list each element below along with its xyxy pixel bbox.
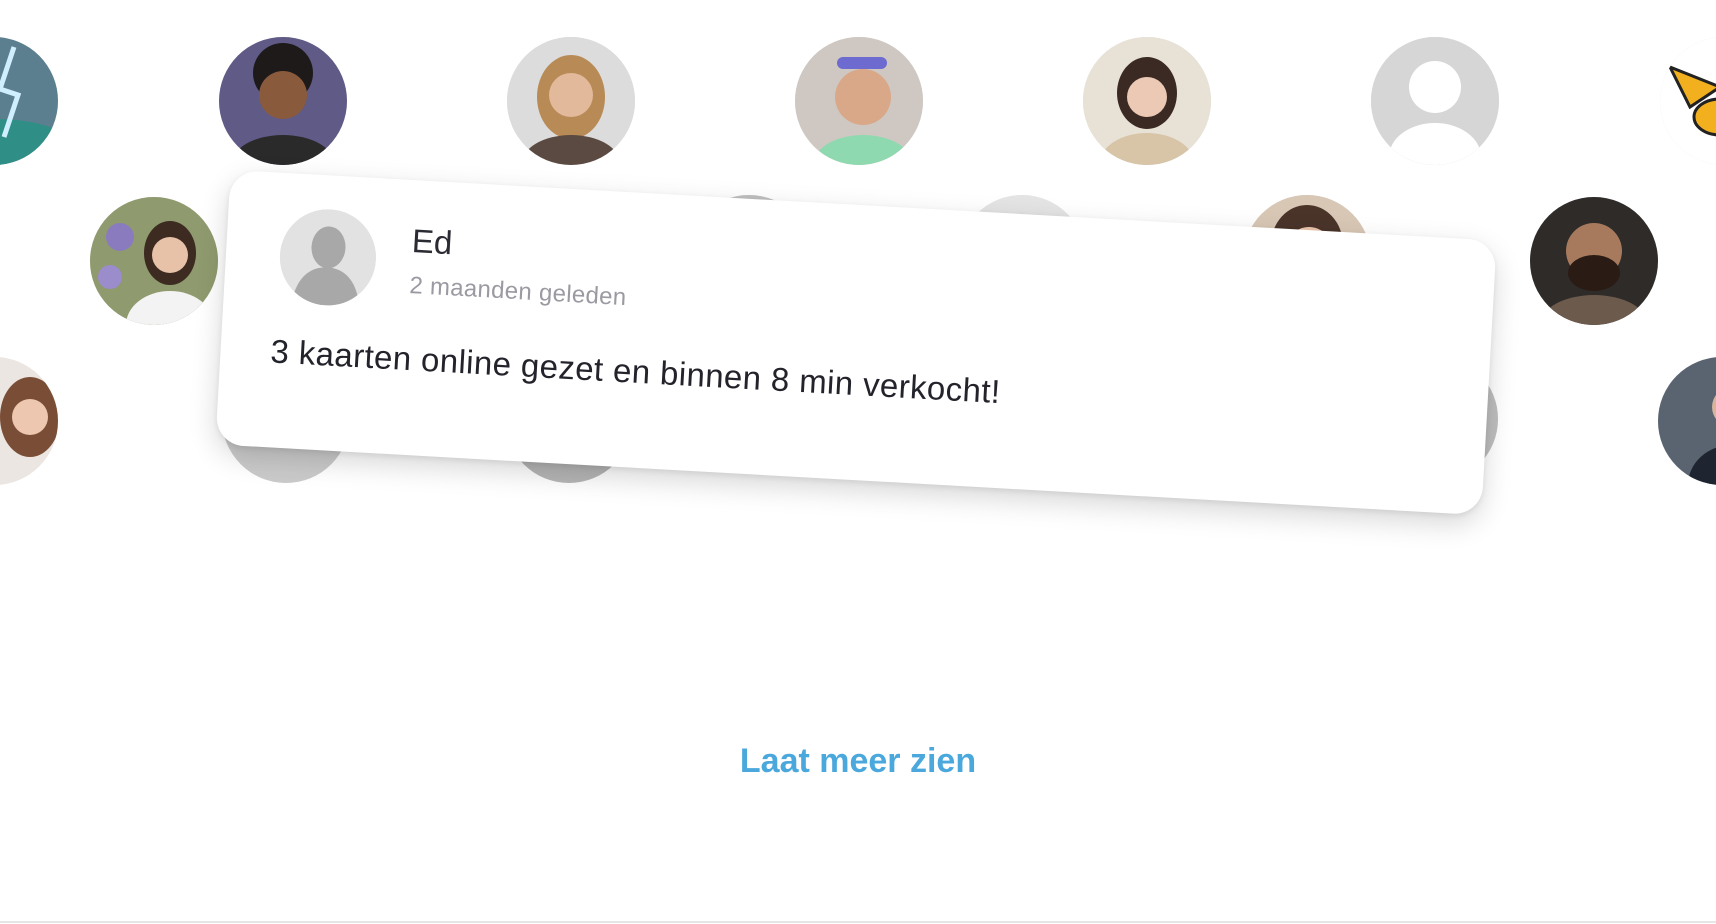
avatar-person-blonde[interactable]: [507, 37, 635, 165]
person-photo-icon: [0, 357, 58, 485]
avatar-person-left-edge[interactable]: [0, 357, 58, 485]
default-user-silhouette-icon: [277, 206, 379, 308]
testimonial-timestamp: 2 maanden geleden: [408, 272, 628, 312]
person-photo-icon: [90, 197, 218, 325]
person-photo-icon: [507, 37, 635, 165]
person-photo-icon: [219, 37, 347, 165]
testimonial-text: 3 kaarten online gezet en binnen 8 min v…: [269, 332, 1002, 411]
default-user-silhouette-icon: [1371, 37, 1499, 165]
lightning-graphic-icon: [0, 37, 58, 165]
avatar-lightning-graphic[interactable]: [0, 37, 58, 165]
avatar-person-sunglasses-on-head[interactable]: [795, 37, 923, 165]
avatar-person-bearded[interactable]: [1530, 197, 1658, 325]
show-more-link[interactable]: Laat meer zien: [0, 742, 1716, 781]
avatar-person-dark-hair[interactable]: [1083, 37, 1211, 165]
section-divider: [0, 921, 1716, 923]
person-photo-icon: [795, 37, 923, 165]
avatar-person-suit-right-edge[interactable]: [1658, 357, 1716, 485]
avatar-person-curly-hair[interactable]: [219, 37, 347, 165]
cartoon-graphic-icon: [1660, 37, 1716, 165]
avatar-default-placeholder[interactable]: [1371, 37, 1499, 165]
person-photo-icon: [1658, 357, 1716, 485]
testimonial-author-name: Ed: [410, 222, 454, 262]
testimonial-author-avatar: [277, 206, 379, 308]
person-photo-icon: [1083, 37, 1211, 165]
testimonials-section: Ed 2 maanden geleden 3 kaarten online ge…: [0, 0, 1716, 924]
avatar-cartoon-bird[interactable]: [1660, 37, 1716, 165]
avatar-person-flowers[interactable]: [90, 197, 218, 325]
person-photo-icon: [1530, 197, 1658, 325]
